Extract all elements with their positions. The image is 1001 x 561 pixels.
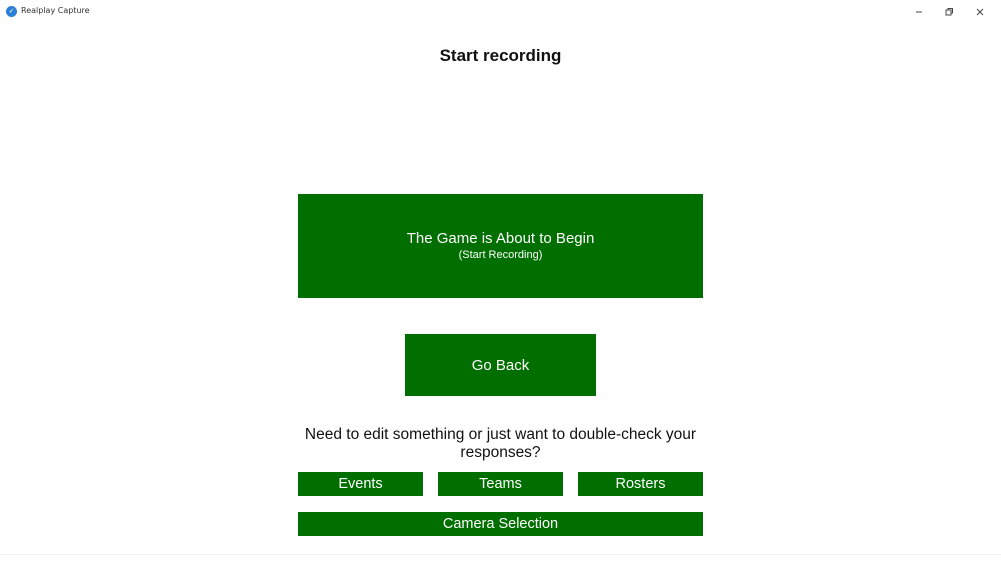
rosters-button[interactable]: Rosters xyxy=(578,472,703,496)
minimize-button[interactable] xyxy=(904,0,934,24)
teams-button[interactable]: Teams xyxy=(438,472,563,496)
page-title: Start recording xyxy=(439,46,562,65)
app-window: ✓ Realplay Capture Start recording The G… xyxy=(0,0,1001,561)
close-icon xyxy=(976,8,984,16)
rosters-label: Rosters xyxy=(615,476,666,492)
bottom-divider xyxy=(0,554,1001,555)
start-recording-sublabel: (Start Recording) xyxy=(458,249,543,261)
camera-selection-label: Camera Selection xyxy=(442,516,559,532)
start-recording-label: The Game is About to Begin xyxy=(406,230,595,247)
go-back-label: Go Back xyxy=(471,356,530,374)
events-button[interactable]: Events xyxy=(298,472,423,496)
review-prompt: Need to edit something or just want to d… xyxy=(304,426,697,461)
teams-label: Teams xyxy=(479,476,522,492)
start-recording-button[interactable]: The Game is About to Begin (Start Record… xyxy=(298,194,703,298)
restore-button[interactable] xyxy=(934,0,964,24)
camera-selection-button[interactable]: Camera Selection xyxy=(298,512,703,536)
events-label: Events xyxy=(338,476,383,492)
go-back-button[interactable]: Go Back xyxy=(405,334,596,396)
close-button[interactable] xyxy=(965,0,995,24)
window-title: Realplay Capture xyxy=(21,6,90,15)
restore-icon xyxy=(945,8,953,16)
title-bar[interactable]: ✓ Realplay Capture xyxy=(0,0,1001,24)
app-logo-icon: ✓ xyxy=(6,6,17,17)
minimize-icon xyxy=(916,11,922,13)
